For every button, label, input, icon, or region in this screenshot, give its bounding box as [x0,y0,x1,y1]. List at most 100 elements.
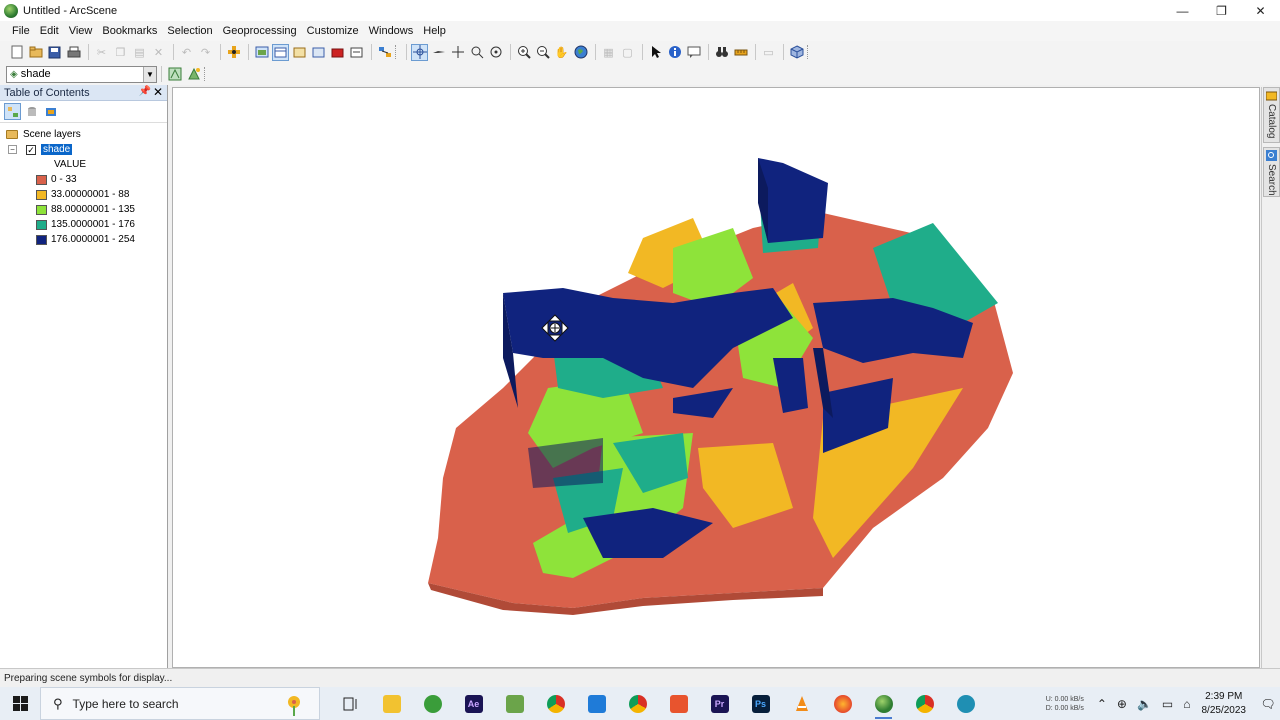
catalog-window-icon[interactable] [291,44,308,61]
zoom-to-target-icon[interactable] [468,44,485,61]
task-view-icon[interactable] [330,687,371,720]
layer-transparency-icon[interactable] [166,66,183,83]
legend-item[interactable]: 0 - 33 [0,172,167,187]
volume-icon[interactable]: 🔈 [1137,697,1152,711]
menu-view[interactable]: View [64,21,98,41]
layer-name[interactable]: shade [41,144,73,155]
layer-node-shade[interactable]: − ✓ shade [0,142,167,157]
menu-geoprocessing[interactable]: Geoprocessing [218,21,302,41]
chrome-icon[interactable] [904,687,945,720]
layer-visibility-checkbox[interactable]: ✓ [26,144,36,155]
list-by-drawing-order-icon[interactable] [4,103,21,120]
add-data-icon[interactable] [225,44,242,61]
list-by-visibility-icon[interactable] [42,103,59,120]
find-binoculars-icon[interactable] [713,44,730,61]
identify-icon[interactable] [666,44,683,61]
open-folder-icon[interactable] [27,44,44,61]
clear-selection-icon[interactable]: ▢ [619,44,636,61]
arctoolbox-icon[interactable] [329,44,346,61]
lighting-icon[interactable] [185,66,202,83]
legend-swatch[interactable] [36,219,47,230]
after-effects-icon[interactable]: Ae [453,687,494,720]
layer-selector-dropdown[interactable]: ◈ shade ▼ [6,65,157,83]
new-document-icon[interactable] [8,44,25,61]
premiere-pro-icon[interactable]: Pr [699,687,740,720]
app-icon[interactable] [945,687,986,720]
app-icon[interactable] [658,687,699,720]
select-elements-arrow-icon[interactable] [647,44,664,61]
notification-center-icon[interactable]: 🗨 [1256,697,1280,711]
model-builder-icon[interactable] [376,44,393,61]
menu-help[interactable]: Help [418,21,451,41]
firefox-icon[interactable] [822,687,863,720]
arcglobe-icon[interactable] [253,44,270,61]
scene-properties-cube-icon[interactable] [788,44,805,61]
search-window-icon[interactable] [310,44,327,61]
menu-customize[interactable]: Customize [302,21,364,41]
menu-bookmarks[interactable]: Bookmarks [97,21,162,41]
menu-edit[interactable]: Edit [35,21,64,41]
collapse-icon[interactable]: − [8,145,17,154]
toolbar-dropdown-grip[interactable] [204,67,208,81]
select-features-icon[interactable]: ▦ [600,44,617,61]
set-observer-icon[interactable] [487,44,504,61]
vlc-icon[interactable] [781,687,822,720]
meet-now-icon[interactable]: ⌂ [1183,697,1190,711]
fly-icon[interactable] [430,44,447,61]
zoom-in-icon[interactable] [515,44,532,61]
pin-icon[interactable]: 📌 [139,86,151,97]
chevron-up-icon[interactable]: ⌃ [1097,697,1107,711]
clock[interactable]: 2:39 PM 8/25/2023 [1202,690,1247,718]
file-explorer-icon[interactable] [371,687,412,720]
app-icon[interactable] [576,687,617,720]
minimize-button[interactable]: — [1163,0,1202,21]
arcmap-taskbar-icon[interactable] [412,687,453,720]
chrome-icon[interactable] [535,687,576,720]
target-center-icon[interactable] [449,44,466,61]
navigate-icon[interactable] [411,43,428,61]
legend-item[interactable]: 135.0000001 - 176 [0,217,167,232]
redo-icon[interactable]: ↷ [197,44,214,61]
toolbar-dropdown-grip[interactable] [807,45,811,59]
menu-file[interactable]: File [7,21,35,41]
maximize-button[interactable]: ❐ [1202,0,1241,21]
app-icon[interactable] [494,687,535,720]
photoshop-icon[interactable]: Ps [740,687,781,720]
legend-item[interactable]: 88.00000001 - 135 [0,202,167,217]
delete-icon[interactable]: ✕ [150,44,167,61]
taskbar-search-box[interactable]: ⚲ Type here to search [40,687,320,720]
menu-selection[interactable]: Selection [162,21,217,41]
toc-window-icon[interactable] [272,43,289,61]
save-icon[interactable] [46,44,63,61]
toolbar-dropdown-grip[interactable] [395,45,399,59]
scene-view-3d[interactable] [172,87,1260,668]
zoom-out-icon[interactable] [534,44,551,61]
undo-icon[interactable]: ↶ [178,44,195,61]
html-popup-icon[interactable] [685,44,702,61]
battery-icon[interactable]: ▭ [1162,697,1173,711]
chrome-profile-icon[interactable] [617,687,658,720]
list-by-source-icon[interactable] [23,103,40,120]
python-window-icon[interactable] [348,44,365,61]
measure-icon[interactable] [732,44,749,61]
print-icon[interactable] [65,44,82,61]
legend-swatch[interactable] [36,174,47,185]
legend-swatch[interactable] [36,204,47,215]
scene-layers-node[interactable]: Scene layers [0,127,167,142]
legend-item[interactable]: 176.0000001 - 254 [0,232,167,247]
paste-icon[interactable]: ▤ [131,44,148,61]
close-icon[interactable]: ✕ [153,85,163,99]
chevron-down-icon[interactable]: ▼ [143,66,156,82]
search-tab[interactable]: Search [1263,147,1280,197]
copy-icon[interactable]: ❐ [112,44,129,61]
network-globe-icon[interactable]: ⊕ [1117,697,1127,711]
cut-icon[interactable]: ✂ [93,44,110,61]
legend-swatch[interactable] [36,234,47,245]
full-extent-globe-icon[interactable] [572,44,589,61]
start-button[interactable] [0,687,40,720]
arcscene-taskbar-icon[interactable] [863,687,904,720]
pan-hand-icon[interactable]: ✋ [553,44,570,61]
menu-windows[interactable]: Windows [364,21,419,41]
legend-item[interactable]: 33.00000001 - 88 [0,187,167,202]
animation-icon[interactable]: ▭ [760,44,777,61]
